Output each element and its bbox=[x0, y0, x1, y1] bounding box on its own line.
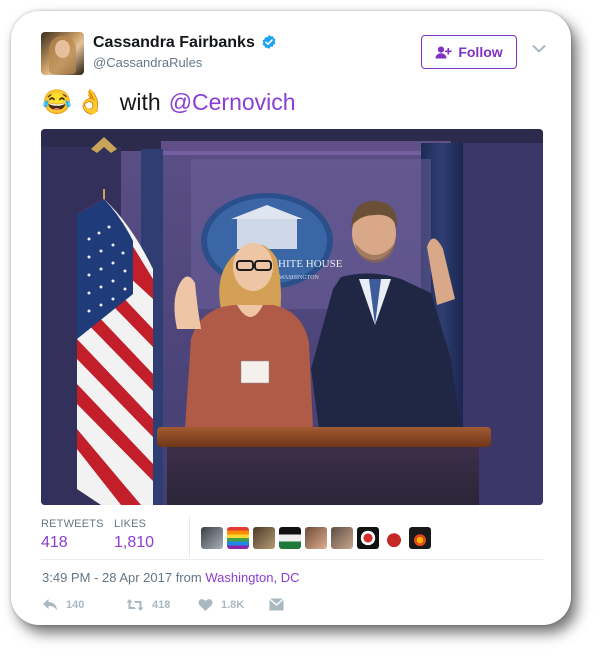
liker-avatar[interactable] bbox=[383, 527, 405, 549]
engagement-stats: RETWEETS 418 LIKES 1,810 bbox=[41, 516, 543, 558]
stats-divider bbox=[189, 516, 190, 558]
message-icon bbox=[269, 598, 284, 611]
retweet-count: 418 bbox=[152, 599, 171, 611]
tweet-timestamp[interactable]: 3:49 PM - 28 Apr 2017 from Washington, D… bbox=[42, 570, 300, 585]
sign-text: HITE HOUSE bbox=[278, 258, 343, 270]
likes-count[interactable]: 1,810 bbox=[114, 534, 154, 552]
follow-button[interactable]: Follow bbox=[421, 35, 517, 69]
display-name[interactable]: Cassandra Fairbanks bbox=[93, 34, 255, 52]
press-room-image: HITE HOUSE WASHINGTON bbox=[41, 129, 543, 505]
reply-button[interactable]: 140 bbox=[42, 598, 84, 612]
liker-avatar[interactable] bbox=[253, 527, 275, 549]
retweets-label: RETWEETS bbox=[41, 518, 104, 530]
tweet-photo[interactable]: HITE HOUSE WASHINGTON bbox=[41, 129, 543, 505]
verified-icon bbox=[262, 35, 276, 49]
liker-avatars bbox=[201, 527, 431, 549]
reply-count: 140 bbox=[66, 599, 85, 611]
like-button[interactable]: 1.8K bbox=[198, 598, 244, 612]
retweet-icon bbox=[126, 599, 144, 611]
avatar[interactable] bbox=[41, 32, 84, 75]
heart-icon bbox=[198, 599, 213, 611]
tears-of-joy-emoji: 😂 bbox=[42, 88, 72, 116]
liker-avatar[interactable] bbox=[227, 527, 249, 549]
reply-icon bbox=[43, 599, 57, 611]
liker-avatar[interactable] bbox=[409, 527, 431, 549]
like-count: 1.8K bbox=[221, 599, 245, 611]
liker-avatar[interactable] bbox=[305, 527, 327, 549]
user-handle[interactable]: @CassandraRules bbox=[93, 55, 202, 70]
retweet-button[interactable]: 418 bbox=[126, 598, 170, 612]
sign-subtext: WASHINGTON bbox=[279, 275, 320, 281]
ok-hand-emoji: 👌 bbox=[75, 88, 106, 116]
chevron-down-icon[interactable] bbox=[532, 44, 546, 54]
mention-link[interactable]: @Cernovich bbox=[169, 89, 296, 116]
follow-person-icon bbox=[435, 46, 452, 58]
tweet-body: with bbox=[119, 89, 161, 115]
timestamp-text: 3:49 PM - 28 Apr 2017 from bbox=[42, 570, 202, 585]
liker-avatar[interactable] bbox=[331, 527, 353, 549]
location-link[interactable]: Washington, DC bbox=[205, 570, 299, 585]
liker-avatar[interactable] bbox=[279, 527, 301, 549]
tweet-card: Cassandra Fairbanks @CassandraRules Foll… bbox=[11, 11, 571, 625]
divider bbox=[41, 559, 543, 560]
retweets-count[interactable]: 418 bbox=[41, 534, 68, 552]
follow-label: Follow bbox=[458, 44, 503, 60]
tweet-text: 😂 👌 with @Cernovich bbox=[42, 89, 296, 116]
liker-avatar[interactable] bbox=[201, 527, 223, 549]
likes-label: LIKES bbox=[114, 518, 147, 530]
direct-message-button[interactable] bbox=[269, 598, 284, 611]
liker-avatar[interactable] bbox=[357, 527, 379, 549]
